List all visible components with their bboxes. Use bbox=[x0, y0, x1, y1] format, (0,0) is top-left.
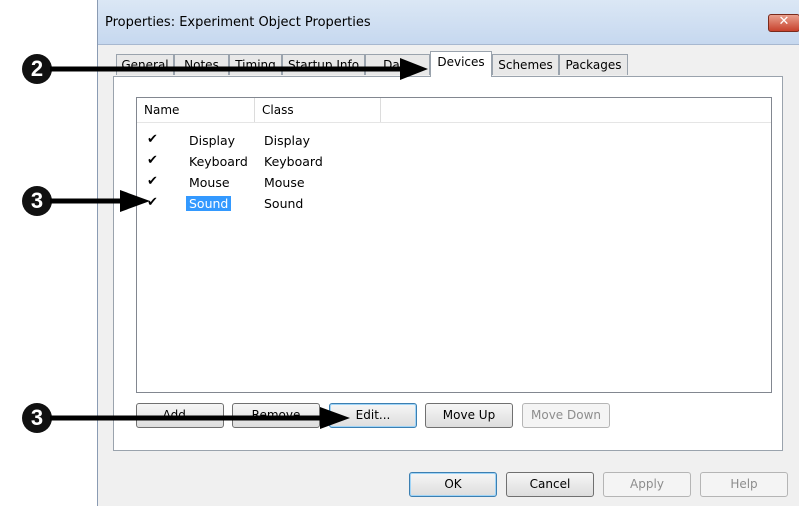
tab-general[interactable]: General bbox=[116, 54, 174, 75]
cancel-button[interactable]: Cancel bbox=[506, 472, 594, 497]
tab-notes[interactable]: Notes bbox=[174, 54, 229, 75]
device-class: Sound bbox=[264, 196, 304, 211]
device-class: Display bbox=[264, 133, 311, 148]
tab-startup-info[interactable]: Startup Info bbox=[282, 54, 365, 75]
column-header-name[interactable]: Name bbox=[137, 98, 255, 122]
device-name: Keyboard bbox=[189, 154, 248, 169]
tab-schemes[interactable]: Schemes bbox=[492, 54, 559, 75]
ok-button[interactable]: OK bbox=[409, 472, 497, 497]
tab-timing[interactable]: Timing bbox=[229, 54, 282, 75]
properties-dialog: Properties: Experiment Object Properties… bbox=[97, 0, 799, 506]
column-header-class[interactable]: Class bbox=[255, 98, 381, 122]
device-checkbox[interactable]: ✔ bbox=[147, 196, 159, 209]
devices-panel: Name Class ✔ Display Display ✔ Keyboard … bbox=[113, 76, 783, 451]
device-checkbox[interactable]: ✔ bbox=[147, 133, 159, 146]
move-down-button[interactable]: Move Down bbox=[522, 403, 610, 428]
device-name: Mouse bbox=[189, 175, 230, 190]
help-button[interactable]: Help bbox=[700, 472, 788, 497]
devices-list[interactable]: Name Class ✔ Display Display ✔ Keyboard … bbox=[136, 97, 772, 393]
close-button[interactable]: ✕ bbox=[768, 14, 799, 32]
device-name: Sound bbox=[186, 196, 232, 211]
tab-packages[interactable]: Packages bbox=[559, 54, 628, 75]
step-badge: 3 bbox=[22, 403, 52, 433]
step-badge: 3 bbox=[22, 186, 52, 216]
list-item[interactable]: ✔ Display Display bbox=[137, 132, 773, 153]
apply-button[interactable]: Apply bbox=[603, 472, 691, 497]
list-item[interactable]: ✔ Mouse Mouse bbox=[137, 174, 773, 195]
edit-button[interactable]: Edit... bbox=[329, 403, 417, 428]
close-icon: ✕ bbox=[778, 14, 790, 29]
device-name: Display bbox=[189, 133, 236, 148]
list-item[interactable]: ✔ Sound Sound bbox=[137, 195, 773, 216]
add-button[interactable]: Add... bbox=[136, 403, 224, 428]
tab-data[interactable]: Data bbox=[365, 54, 430, 75]
move-up-button[interactable]: Move Up bbox=[425, 403, 513, 428]
device-checkbox[interactable]: ✔ bbox=[147, 154, 159, 167]
title-bar: Properties: Experiment Object Properties… bbox=[98, 0, 799, 45]
step-badge: 2 bbox=[22, 54, 52, 84]
device-class: Keyboard bbox=[264, 154, 323, 169]
list-item[interactable]: ✔ Keyboard Keyboard bbox=[137, 153, 773, 174]
device-checkbox[interactable]: ✔ bbox=[147, 175, 159, 188]
device-class: Mouse bbox=[264, 175, 305, 190]
remove-button[interactable]: Remove bbox=[232, 403, 320, 428]
tab-devices[interactable]: Devices bbox=[430, 51, 492, 77]
header-divider bbox=[137, 122, 771, 123]
window-title: Properties: Experiment Object Properties bbox=[105, 15, 371, 30]
